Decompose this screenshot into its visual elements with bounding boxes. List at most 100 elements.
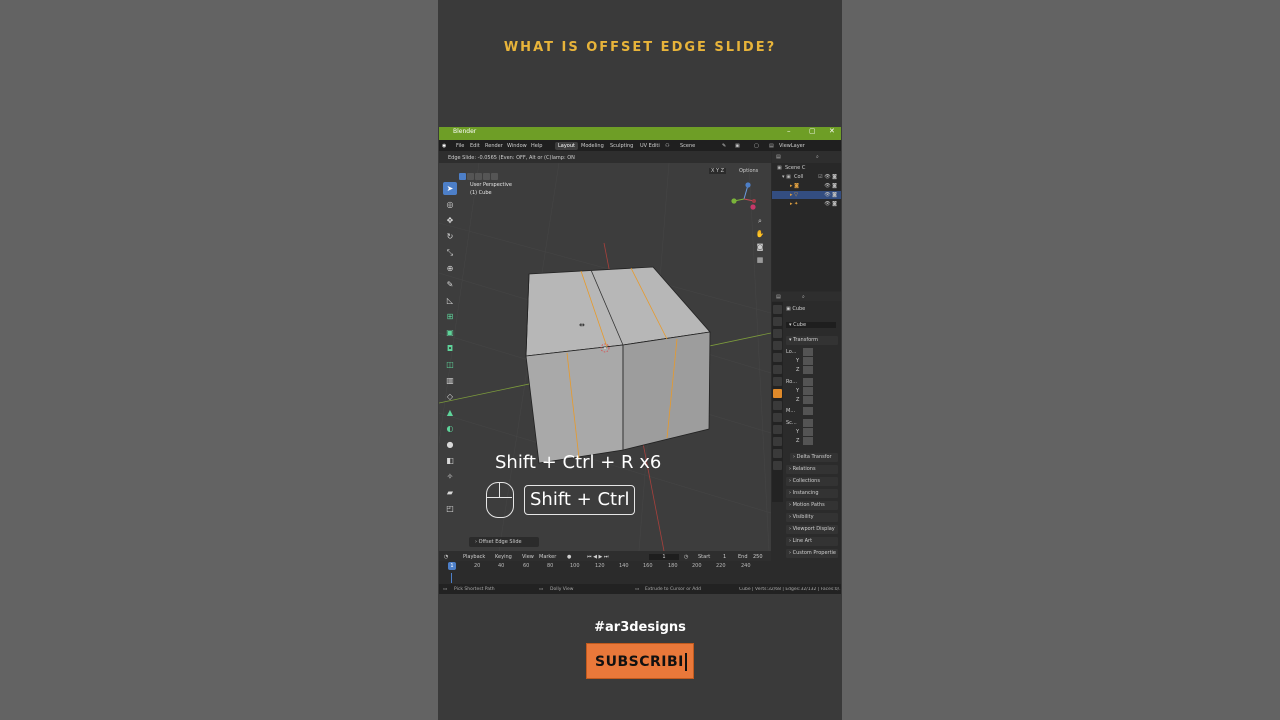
move-tool-icon[interactable]: ✥	[443, 214, 457, 227]
pin-icon[interactable]: ✎	[722, 143, 726, 149]
constraints-tab-icon[interactable]	[773, 437, 782, 446]
shrink-fatten-tool-icon[interactable]: ✧	[443, 470, 457, 483]
menu-playback[interactable]: Playback	[463, 554, 485, 560]
cube-mesh[interactable]	[525, 266, 711, 464]
visibility-panel[interactable]: › Visibility	[786, 513, 838, 522]
timeline-ruler[interactable]: 20 40 60 80 100 120 140 160 180 200 220 …	[439, 562, 771, 572]
object-tab-icon[interactable]	[773, 389, 782, 398]
measure-tool-icon[interactable]: ◺	[443, 294, 457, 307]
smooth-tool-icon[interactable]: ●	[443, 438, 457, 451]
cursor-tool-icon[interactable]: ◎	[443, 198, 457, 211]
overlay-toggle-icon[interactable]	[483, 173, 490, 180]
blender-logo-icon[interactable]: ◉	[442, 143, 446, 149]
properties-editor-icon[interactable]: ▤	[776, 294, 781, 300]
line-art-panel[interactable]: › Line Art	[786, 537, 838, 546]
knife-tool-icon[interactable]: ◇	[443, 390, 457, 403]
extrude-tool-icon[interactable]: ▣	[443, 326, 457, 339]
rotation-z-field[interactable]	[803, 396, 813, 404]
edge-slide-tool-icon[interactable]: ◧	[443, 454, 457, 467]
timeline-editor-icon[interactable]: ◔	[444, 554, 448, 560]
record-icon[interactable]: ●	[567, 554, 571, 560]
scene-tab-icon[interactable]	[773, 353, 782, 362]
zoom-icon[interactable]: ⌕	[755, 217, 765, 227]
outliner-row[interactable]: ▸ ▽ 👁 ◙	[772, 191, 841, 199]
select-box-icon[interactable]: ➤	[443, 182, 457, 195]
particles-tab-icon[interactable]	[773, 413, 782, 422]
properties-search-icon[interactable]: ⌕	[802, 294, 805, 300]
menu-view[interactable]: View	[522, 554, 534, 560]
outliner-row[interactable]: ▸ ◙ 👁 ◙	[772, 182, 841, 190]
bevel-tool-icon[interactable]: ◫	[443, 358, 457, 371]
shear-tool-icon[interactable]: ▰	[443, 486, 457, 499]
render-tab-icon[interactable]	[773, 317, 782, 326]
grid-view-icon[interactable]: ▦	[755, 256, 765, 266]
collections-panel[interactable]: › Collections	[786, 477, 838, 486]
transform-panel-header[interactable]: ▾ Transform	[786, 336, 838, 345]
spin-tool-icon[interactable]: ◐	[443, 422, 457, 435]
scene-selector[interactable]: Scene	[680, 143, 695, 149]
poly-build-tool-icon[interactable]: ▲	[443, 406, 457, 419]
location-z-field[interactable]	[803, 366, 813, 374]
menu-marker[interactable]: Marker	[539, 554, 556, 560]
scale-z-field[interactable]	[803, 437, 813, 445]
relations-panel[interactable]: › Relations	[786, 465, 838, 474]
tab-uv-editing[interactable]: UV Editi	[640, 143, 660, 149]
rotation-y-field[interactable]	[803, 387, 813, 395]
rotation-x-field[interactable]	[803, 378, 813, 386]
motion-paths-panel[interactable]: › Motion Paths	[786, 501, 838, 510]
scale-y-field[interactable]	[803, 428, 813, 436]
pan-hand-icon[interactable]: ✋	[755, 230, 765, 240]
viewport-display-panel[interactable]: › Viewport Display	[786, 525, 838, 534]
new-scene-icon[interactable]: ▣	[735, 143, 740, 149]
menu-keying[interactable]: Keying	[495, 554, 512, 560]
delta-transform-panel[interactable]: › Delta Transfor	[790, 453, 838, 462]
navigation-gizmo[interactable]	[731, 181, 757, 217]
world-tab-icon[interactable]	[773, 365, 782, 374]
object-name-field[interactable]: ▾ Cube	[786, 322, 836, 328]
minimize-button[interactable]: –	[787, 127, 791, 135]
outliner-row[interactable]: ▸ ✦ 👁 ◙	[772, 200, 841, 208]
playhead-marker[interactable]: 1	[448, 562, 456, 570]
outliner-search-icon[interactable]: ⌕	[816, 154, 819, 160]
menu-help[interactable]: Help	[531, 143, 542, 149]
rip-tool-icon[interactable]: ◰	[443, 502, 457, 515]
current-frame-field[interactable]: 1	[649, 554, 679, 560]
rotate-tool-icon[interactable]: ↻	[443, 230, 457, 243]
3d-viewport[interactable]: ⇹ User Perspective (1) Cube X Y Z Option…	[439, 163, 771, 551]
xray-toggle-icon[interactable]	[491, 173, 498, 180]
options-dropdown[interactable]: Options	[739, 168, 758, 174]
outliner-row[interactable]: ▣ Scene C	[772, 164, 841, 172]
subscribe-button[interactable]: SUBSCRIBI	[586, 643, 694, 679]
menu-edit[interactable]: Edit	[470, 143, 480, 149]
transform-tool-icon[interactable]: ⊕	[443, 262, 457, 275]
close-button[interactable]: ✕	[829, 127, 835, 135]
modifier-tab-icon[interactable]	[773, 401, 782, 410]
tab-sculpting[interactable]: Sculpting	[610, 143, 633, 149]
scale-x-field[interactable]	[803, 419, 813, 427]
outliner-display-mode-icon[interactable]: ▤	[776, 154, 781, 160]
instancing-panel[interactable]: › Instancing	[786, 489, 838, 498]
rotation-mode-dropdown[interactable]	[803, 407, 813, 415]
tool-tab-icon[interactable]	[773, 305, 782, 314]
maximize-button[interactable]: ▢	[809, 127, 816, 135]
view-layer-tab-icon[interactable]	[773, 341, 782, 350]
location-x-field[interactable]	[803, 348, 813, 356]
data-tab-icon[interactable]	[773, 449, 782, 458]
face-select-icon[interactable]	[475, 173, 482, 180]
mirror-axes[interactable]: X Y Z	[709, 168, 727, 174]
camera-view-icon[interactable]: ◙	[755, 243, 765, 253]
scene-icon[interactable]: ⚇	[665, 143, 669, 149]
viewlayer-icon[interactable]: ▤	[769, 143, 774, 149]
annotate-tool-icon[interactable]: ✎	[443, 278, 457, 291]
location-y-field[interactable]	[803, 357, 813, 365]
inset-tool-icon[interactable]: ◘	[443, 342, 457, 355]
add-cube-tool-icon[interactable]: ⊞	[443, 310, 457, 323]
vertex-select-icon[interactable]	[459, 173, 466, 180]
start-frame-value[interactable]: 1	[723, 554, 726, 560]
tab-layout[interactable]: Layout	[555, 142, 578, 150]
menu-window[interactable]: Window	[507, 143, 527, 149]
menu-file[interactable]: File	[456, 143, 464, 149]
output-tab-icon[interactable]	[773, 329, 782, 338]
tab-modeling[interactable]: Modeling	[581, 143, 604, 149]
custom-properties-panel[interactable]: › Custom Propertie	[786, 549, 838, 558]
